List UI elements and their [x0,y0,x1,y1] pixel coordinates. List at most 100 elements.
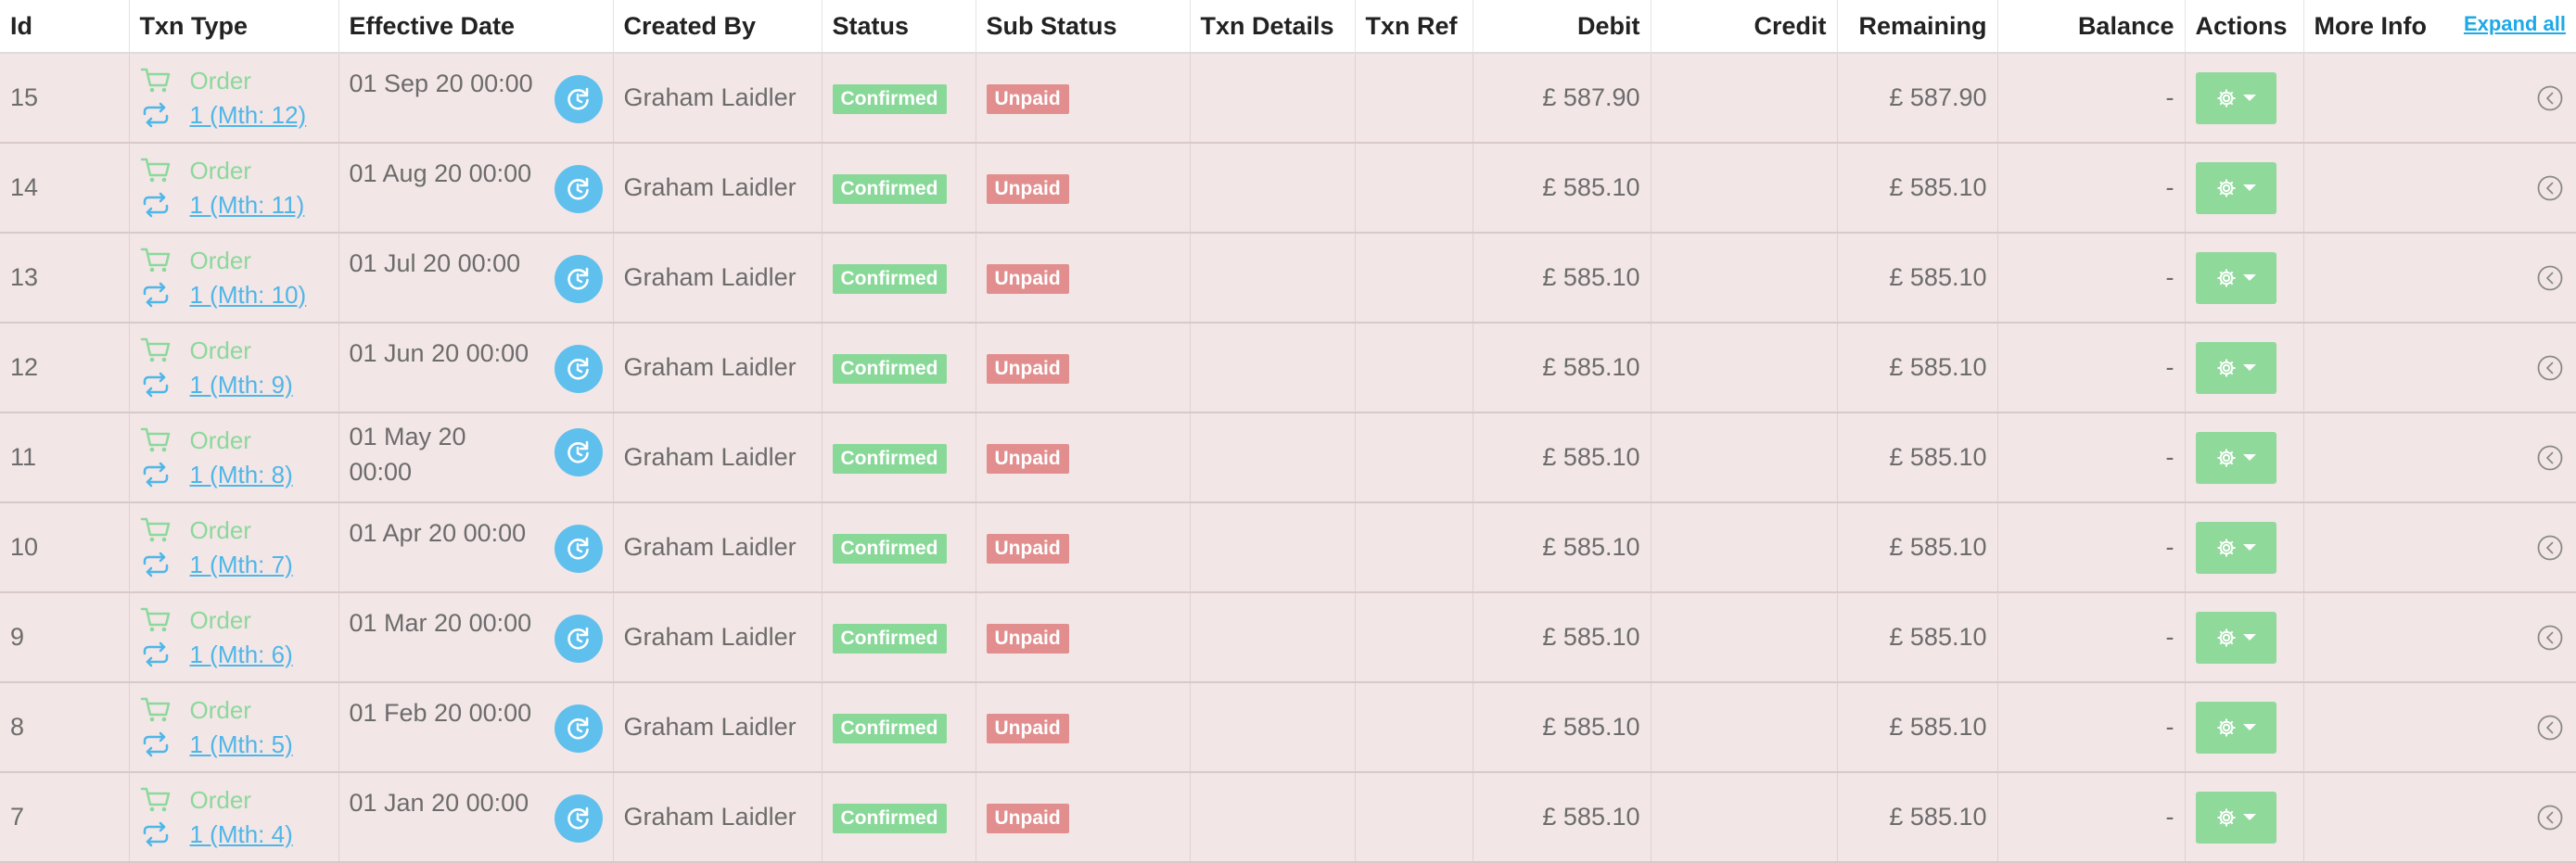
actions-dropdown-button[interactable] [2195,611,2276,664]
recurrence-period-link[interactable]: 1 (Mth: 9) [190,368,293,402]
actions-dropdown-button[interactable] [2195,701,2276,754]
actions-dropdown-button[interactable] [2195,71,2276,124]
header-remaining[interactable]: Remaining [1836,0,1997,54]
actions-dropdown-button[interactable] [2195,431,2276,484]
header-debit[interactable]: Debit [1472,0,1651,54]
cell-more-info [2302,323,2576,413]
recurrence-period-link[interactable]: 1 (Mth: 12) [190,98,307,133]
cell-sub-status: Unpaid [975,502,1190,593]
cell-txn-details [1189,143,1355,234]
table-row: 14 Order 1 (Mth: 11) 01 Aug 20 00:00 Gra… [0,143,2576,234]
header-created-by[interactable]: Created By [612,0,822,54]
header-txn-type[interactable]: Txn Type [128,0,338,54]
cell-balance: - [1996,53,2185,144]
repeat-icon [143,552,168,577]
gear-icon [2217,359,2236,376]
cell-txn-type: Order 1 (Mth: 5) [128,682,338,773]
clock-refresh-button[interactable] [554,164,603,213]
cell-txn-details [1189,53,1355,144]
txn-type-label: Order [189,156,251,184]
header-status[interactable]: Status [821,0,976,54]
cart-icon [140,517,170,542]
effective-date: 01 Jan 20 00:00 [349,788,529,817]
cell-remaining: £ 585.10 [1836,502,1997,593]
cell-created-by: Graham Laidler [612,502,822,593]
chevron-circle-left-icon[interactable] [2536,804,2564,831]
recurrence-period-link[interactable]: 1 (Mth: 6) [190,638,293,672]
debit-amount: £ 585.10 [1542,173,1640,201]
recurrence-period-link[interactable]: 1 (Mth: 11) [190,188,305,222]
header-sub-status[interactable]: Sub Status [975,0,1190,54]
cell-sub-status: Unpaid [975,682,1190,773]
expand-all-link[interactable]: Expand all [2464,12,2566,36]
cell-credit [1650,233,1837,324]
cell-effective-date: 01 May 20 00:00 [338,412,613,503]
actions-dropdown-button[interactable] [2195,521,2276,574]
cell-effective-date: 01 Jan 20 00:00 [338,772,613,863]
header-effective-date[interactable]: Effective Date [338,0,613,54]
clock-refresh-button[interactable] [554,614,603,663]
cell-txn-details [1189,233,1355,324]
cart-icon [140,337,170,362]
chevron-circle-left-icon[interactable] [2536,354,2564,382]
chevron-down-icon [2243,544,2256,551]
remaining-amount: £ 585.10 [1889,803,1987,831]
recurrence-period-link[interactable]: 1 (Mth: 8) [190,458,293,492]
chevron-down-icon [2243,95,2256,101]
chevron-circle-left-icon[interactable] [2536,84,2564,112]
cell-balance: - [1996,592,2185,683]
sub-status-badge: Unpaid [986,533,1069,564]
actions-dropdown-button[interactable] [2195,791,2276,844]
clock-refresh-button[interactable] [554,524,603,573]
chevron-circle-left-icon[interactable] [2536,174,2564,202]
recurrence-period-link[interactable]: 1 (Mth: 7) [190,548,293,582]
clock-refresh-button[interactable] [554,344,603,393]
cart-icon [140,158,170,183]
cell-more-info [2302,412,2576,503]
actions-dropdown-button[interactable] [2195,251,2276,304]
header-id[interactable]: Id [0,0,129,54]
header-balance[interactable]: Balance [1996,0,2185,54]
clock-refresh-icon [567,440,589,463]
repeat-icon [143,192,168,218]
header-more-info: More Info Expand all [2302,0,2576,54]
cell-more-info [2302,502,2576,593]
debit-amount: £ 585.10 [1542,803,1640,831]
chevron-circle-left-icon[interactable] [2536,714,2564,742]
clock-refresh-button[interactable] [554,704,603,753]
recurrence-period-link[interactable]: 1 (Mth: 5) [190,728,293,762]
clock-refresh-icon [567,806,589,830]
chevron-circle-left-icon[interactable] [2536,624,2564,652]
recurrence-period-link[interactable]: 1 (Mth: 4) [190,818,293,852]
cell-id: 10 [0,502,129,593]
cell-txn-ref [1354,502,1473,593]
table-body: 15 Order 1 (Mth: 12) 01 Sep 20 00:00 Gra… [0,53,2576,863]
clock-refresh-button[interactable] [554,427,603,476]
actions-dropdown-button[interactable] [2195,161,2276,214]
created-by: Graham Laidler [623,353,797,381]
table-row: 15 Order 1 (Mth: 12) 01 Sep 20 00:00 Gra… [0,53,2576,144]
cell-actions [2184,502,2303,593]
created-by: Graham Laidler [623,803,797,831]
cell-created-by: Graham Laidler [612,143,822,234]
status-badge: Confirmed [832,263,947,294]
clock-refresh-button[interactable] [554,254,603,303]
chevron-circle-left-icon[interactable] [2536,534,2564,562]
table-row: 12 Order 1 (Mth: 9) 01 Jun 20 00:00 Grah… [0,323,2576,413]
clock-refresh-button[interactable] [554,793,603,843]
cell-remaining: £ 585.10 [1836,143,1997,234]
header-txn-ref[interactable]: Txn Ref [1354,0,1473,54]
header-credit[interactable]: Credit [1650,0,1837,54]
row-id: 15 [10,83,39,111]
recurrence-period-link[interactable]: 1 (Mth: 10) [190,278,307,312]
created-by: Graham Laidler [623,443,797,471]
cell-id: 9 [0,592,129,683]
clock-refresh-button[interactable] [554,74,603,123]
transactions-table: Id Txn Type Effective Date Created By St… [0,0,2576,863]
actions-dropdown-button[interactable] [2195,341,2276,394]
chevron-circle-left-icon[interactable] [2536,444,2564,472]
row-id: 11 [10,443,37,471]
debit-amount: £ 585.10 [1542,263,1640,291]
chevron-circle-left-icon[interactable] [2536,264,2564,292]
header-txn-details[interactable]: Txn Details [1189,0,1355,54]
